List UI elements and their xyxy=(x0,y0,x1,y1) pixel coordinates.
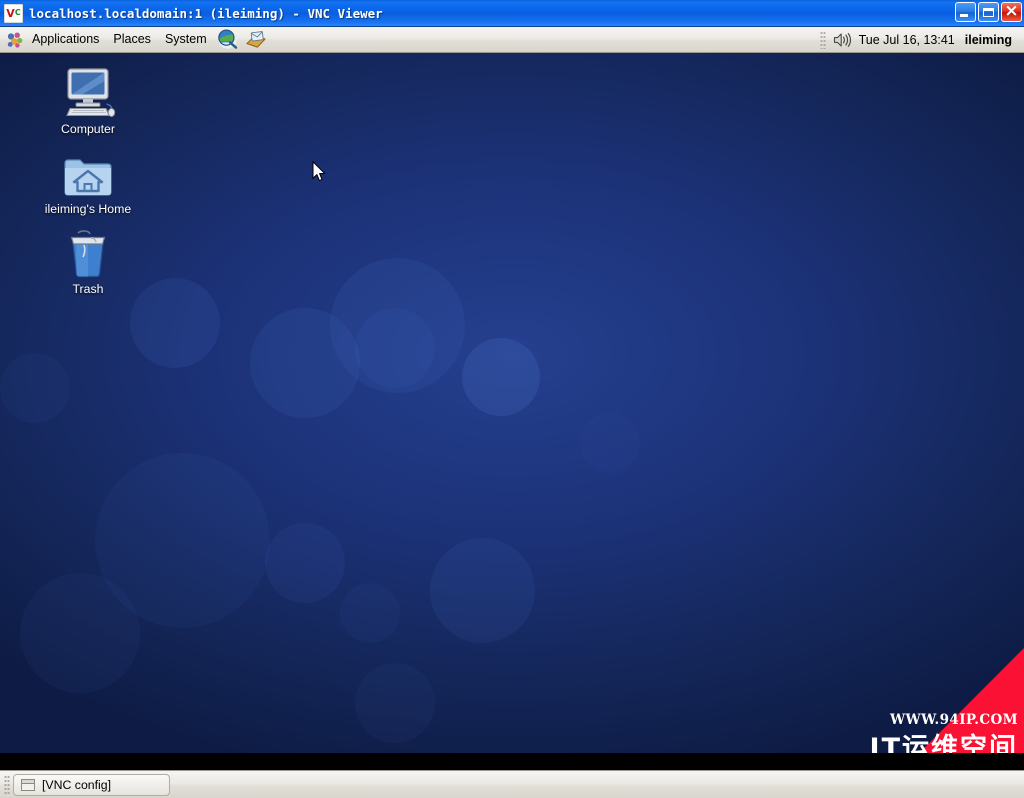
close-button[interactable] xyxy=(1001,2,1022,22)
bokeh-circle xyxy=(462,338,540,416)
vnc-logo-icon: VC xyxy=(4,3,23,23)
gnome-foot-icon xyxy=(6,31,24,49)
menu-applications-label: Applications xyxy=(32,31,100,46)
menu-system-label: System xyxy=(164,31,207,46)
top-panel-left: Applications Places System xyxy=(0,27,270,52)
watermark-triangle xyxy=(902,648,1024,770)
bokeh-circle xyxy=(340,583,400,643)
mouse-pointer xyxy=(312,160,326,182)
watermark-url: WWW.94IP.COM xyxy=(889,711,1018,728)
trash-icon xyxy=(28,227,148,279)
taskbar-handle[interactable] xyxy=(4,774,10,795)
web-browser-icon[interactable] xyxy=(216,29,240,51)
screen-edge-strip xyxy=(0,753,1024,770)
volume-icon[interactable] xyxy=(831,30,853,50)
panel-username[interactable]: ileiming xyxy=(961,31,1016,49)
desktop-icon-computer-label: Computer xyxy=(61,122,115,136)
panel-clock[interactable]: Tue Jul 16, 13:41 xyxy=(853,31,961,49)
task-vnc-config[interactable]: [VNC config] xyxy=(13,773,170,796)
bokeh-circle xyxy=(330,258,465,393)
task-vnc-config-label: [VNC config] xyxy=(42,777,112,792)
desktop-icon-home-label: ileiming's Home xyxy=(44,202,132,216)
desktop-icon-trash[interactable]: Trash xyxy=(28,227,148,296)
vnc-viewer-window: VC localhost.localdomain:1 (ileiming) - … xyxy=(0,0,1024,798)
computer-icon xyxy=(28,67,148,119)
bokeh-circle xyxy=(95,453,270,628)
desktop-icon-home[interactable]: ileiming's Home xyxy=(28,147,148,216)
menu-places[interactable]: Places xyxy=(106,30,158,50)
menu-places-label: Places xyxy=(113,31,151,46)
window-title: localhost.localdomain:1 (ileiming) - VNC… xyxy=(29,5,383,21)
bokeh-circle xyxy=(430,538,535,643)
home-folder-icon xyxy=(28,147,148,199)
window-controls xyxy=(955,2,1022,22)
bokeh-circle xyxy=(265,523,345,603)
bokeh-circle xyxy=(580,413,640,473)
bokeh-circle xyxy=(355,663,435,743)
desktop-icon-trash-label: Trash xyxy=(72,282,104,296)
window-icon xyxy=(21,778,35,791)
bokeh-circle xyxy=(0,353,70,423)
top-panel-right: Tue Jul 16, 13:41 ileiming xyxy=(815,27,1024,52)
gnome-bottom-panel: [VNC config] xyxy=(0,770,1024,798)
email-icon[interactable] xyxy=(244,29,268,51)
bokeh-circle xyxy=(250,308,360,418)
panel-separator xyxy=(819,30,826,49)
gnome-top-panel: Applications Places System Tue Jul 16, 1… xyxy=(0,27,1024,53)
desktop-area[interactable]: Computer ileiming's Home Trash WWW.94IP.… xyxy=(0,53,1024,770)
bokeh-circle xyxy=(20,573,140,693)
menu-applications[interactable]: Applications xyxy=(25,30,106,50)
bokeh-circle xyxy=(355,308,435,388)
minimize-button[interactable] xyxy=(955,2,976,22)
watermark: WWW.94IP.COM IT运维空间 xyxy=(790,648,1024,770)
menu-system[interactable]: System xyxy=(158,30,214,50)
window-titlebar[interactable]: VC localhost.localdomain:1 (ileiming) - … xyxy=(0,0,1024,27)
desktop-icon-computer[interactable]: Computer xyxy=(28,67,148,136)
maximize-button[interactable] xyxy=(978,2,999,22)
